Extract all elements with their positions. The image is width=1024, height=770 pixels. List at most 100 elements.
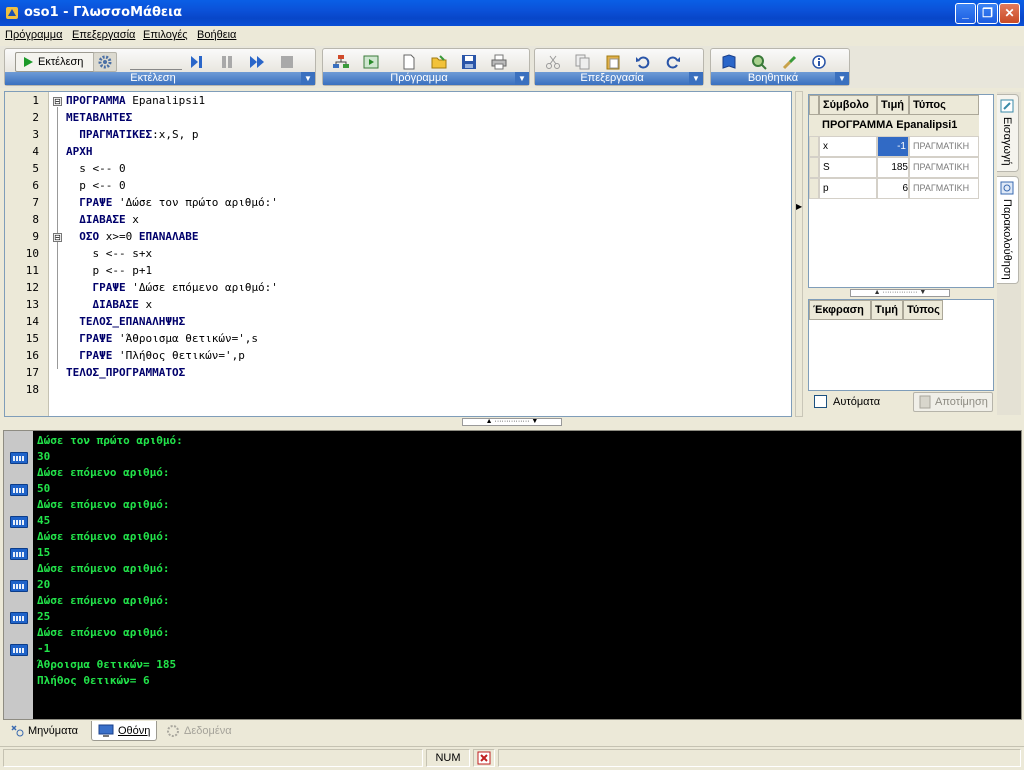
column-header-value[interactable]: Τιμή [877, 95, 909, 115]
run-button[interactable]: Εκτέλεση [15, 52, 95, 72]
code-line[interactable]: ΓΡΑΨΕ 'Δώσε επόμενο αριθμό:' [66, 279, 277, 296]
settings-gear-button[interactable] [93, 52, 117, 72]
open-file-button[interactable] [427, 52, 451, 72]
code-line[interactable]: ΓΡΑΨΕ 'Δώσε τον πρώτο αριθμό:' [66, 194, 278, 211]
output-console[interactable]: Δώσε τον πρώτο αριθμό: 30 Δώσε επόμενο αρι… [33, 431, 1021, 719]
code-line[interactable]: s <-- s+x [66, 245, 152, 262]
symbol-type-cell[interactable]: ΠΡΑΓΜΑΤΙΚΗ [909, 157, 979, 178]
structure-button[interactable] [329, 52, 353, 72]
row-header [809, 157, 819, 178]
restore-button[interactable]: ❐ [977, 3, 998, 24]
symbol-value-cell[interactable]: -1 [877, 136, 909, 157]
new-file-icon [403, 54, 415, 70]
symbol-table[interactable]: Σύμβολο Τιμή Τύπος ΠΡΟΓΡΑΜΜΑ Epanalipsi1… [808, 94, 994, 288]
auto-checkbox-row[interactable]: Αυτόματα [814, 395, 880, 408]
book-button[interactable] [717, 52, 741, 72]
keyboard-input-icon [10, 644, 28, 656]
code-line[interactable]: p <-- 0 [66, 177, 125, 194]
symbol-value-cell[interactable]: 185 [877, 157, 909, 178]
code-line[interactable]: ΟΣΟ x>=0 ΕΠΑΝΑΛΑΒΕ [66, 228, 198, 245]
expression-table[interactable]: Έκφραση Τιμή Τύπος [808, 299, 994, 391]
panel-splitter-handle[interactable]: ▲ ··············· ▼ [850, 289, 950, 297]
code-editor[interactable]: ⊟ ⊟ 1 2 3 4 5 6 7 8 9 10 11 12 13 14 15 16 17 18 ΠΡΟΓΡΑΜΜΑ… [4, 91, 792, 417]
column-header-type[interactable]: Τύπος [903, 300, 943, 320]
column-header-expression[interactable]: Έκφραση [809, 300, 871, 320]
menu-edit[interactable]: Επεξεργασία [72, 29, 135, 41]
editor-collapse-handle[interactable]: ▶ [795, 91, 803, 417]
code-line[interactable]: ΑΡΧΗ [66, 143, 93, 160]
pause-icon [222, 56, 232, 68]
tab-input[interactable]: Εισαγωγή [997, 94, 1019, 172]
paste-clipboard-icon [606, 55, 620, 70]
menu-options[interactable]: Επιλογές [143, 29, 188, 41]
code-line[interactable]: ΤΕΛΟΣ_ΠΡΟΓΡΑΜΜΑΤΟΣ [66, 364, 185, 381]
line-number: 7 [32, 196, 39, 209]
undo-button[interactable] [631, 52, 655, 72]
stop-button[interactable] [275, 52, 299, 72]
info-button[interactable] [807, 52, 831, 72]
code-line[interactable]: ΓΡΑΨΕ 'Πλήθος θετικών=',p [66, 347, 245, 364]
redo-button[interactable] [661, 52, 685, 72]
toolbar-grip-icon[interactable]: ▼ [515, 72, 529, 85]
console-line: 50 [37, 482, 51, 495]
console-line: Άθροισμα θετικών= 185 [37, 658, 177, 671]
code-line[interactable]: ΠΡΑΓΜΑΤΙΚΕΣ:x,S, p [66, 126, 198, 143]
symbol-name-cell[interactable]: S [819, 157, 877, 178]
auto-checkbox[interactable] [814, 395, 827, 408]
toolbar-grip-icon[interactable]: ▼ [689, 72, 703, 85]
code-line[interactable]: ΓΡΑΨΕ 'Άθροισμα θετικών=',s [66, 330, 258, 347]
evaluate-button[interactable]: Αποτίμηση [913, 392, 993, 412]
code-line[interactable]: ΜΕΤΑΒΛΗΤΕΣ [66, 109, 132, 126]
menu-program[interactable]: Πρόγραμμα [5, 29, 62, 41]
toolbar-grip-icon[interactable]: ▼ [835, 72, 849, 85]
fold-toggle-icon[interactable]: ⊟ [53, 233, 62, 242]
minimize-button[interactable]: _ [955, 3, 976, 24]
code-text: x>=0 [99, 230, 139, 243]
toolbar-grip-icon[interactable]: ▼ [301, 72, 315, 85]
column-header-type[interactable]: Τύπος [909, 95, 979, 115]
symbol-name-cell[interactable]: p [819, 178, 877, 199]
cut-button[interactable] [541, 52, 565, 72]
code-line[interactable]: s <-- 0 [66, 160, 125, 177]
code-line[interactable]: ΠΡΟΓΡΑΜΜΑ Epanalipsi1 [66, 92, 205, 109]
search-button[interactable] [747, 52, 771, 72]
column-header-symbol[interactable]: Σύμβολο [819, 95, 877, 115]
paste-button[interactable] [601, 52, 625, 72]
run-window-button[interactable] [359, 52, 383, 72]
fold-toggle-icon[interactable]: ⊟ [53, 97, 62, 106]
tab-messages[interactable]: Μηνύματα [4, 721, 84, 741]
column-header-value[interactable]: Τιμή [871, 300, 903, 320]
symbol-value-cell[interactable]: 6 [877, 178, 909, 199]
code-line[interactable]: ΔΙΑΒΑΣΕ x [66, 211, 139, 228]
speed-slider[interactable] [130, 54, 182, 70]
program-group-row: ΠΡΟΓΡΑΜΜΑ Epanalipsi1 [809, 115, 979, 136]
close-button[interactable]: ✕ [999, 3, 1020, 24]
tab-watch[interactable]: Παρακολούθηση [997, 176, 1019, 284]
console-line: Δώσε επόμενο αριθμό: [37, 530, 170, 543]
clean-button[interactable] [777, 52, 801, 72]
tab-screen[interactable]: Οθόνη [91, 721, 158, 741]
symbol-type-cell[interactable]: ΠΡΑΓΜΑΤΙΚΗ [909, 178, 979, 199]
new-file-button[interactable] [397, 52, 421, 72]
fast-forward-button[interactable] [245, 52, 269, 72]
symbol-type-cell[interactable]: ΠΡΑΓΜΑΤΙΚΗ [909, 136, 979, 157]
watch-panel: Σύμβολο Τιμή Τύπος ΠΡΟΓΡΑΜΜΑ Epanalipsi1… [806, 92, 996, 415]
menu-help[interactable]: Βοήθεια [197, 29, 236, 41]
line-number: 18 [25, 383, 39, 396]
copy-button[interactable] [571, 52, 595, 72]
toolbar-area: Εκτέλεση Εκτέλεση ▼ Πρόγραμμα ▼ Επεξεργα… [0, 46, 1024, 88]
code-line[interactable]: ΔΙΑΒΑΣΕ x [66, 296, 152, 313]
code-line[interactable]: p <-- p+1 [66, 262, 152, 279]
line-number: 3 [32, 128, 39, 141]
open-folder-icon [431, 55, 447, 69]
code-line[interactable]: ΤΕΛΟΣ_ΕΠΑΝΑΛΗΨΗΣ [66, 313, 185, 330]
code-text: 'Πλήθος θετικών=',p [112, 349, 245, 362]
save-button[interactable] [457, 52, 481, 72]
line-number: 14 [25, 315, 39, 328]
editor-console-splitter[interactable]: ▲ ··············· ▼ [462, 418, 562, 426]
pause-button[interactable] [215, 52, 239, 72]
tab-data[interactable]: Δεδομένα [160, 721, 238, 741]
print-button[interactable] [487, 52, 511, 72]
step-button[interactable] [185, 52, 209, 72]
symbol-name-cell[interactable]: x [819, 136, 877, 157]
